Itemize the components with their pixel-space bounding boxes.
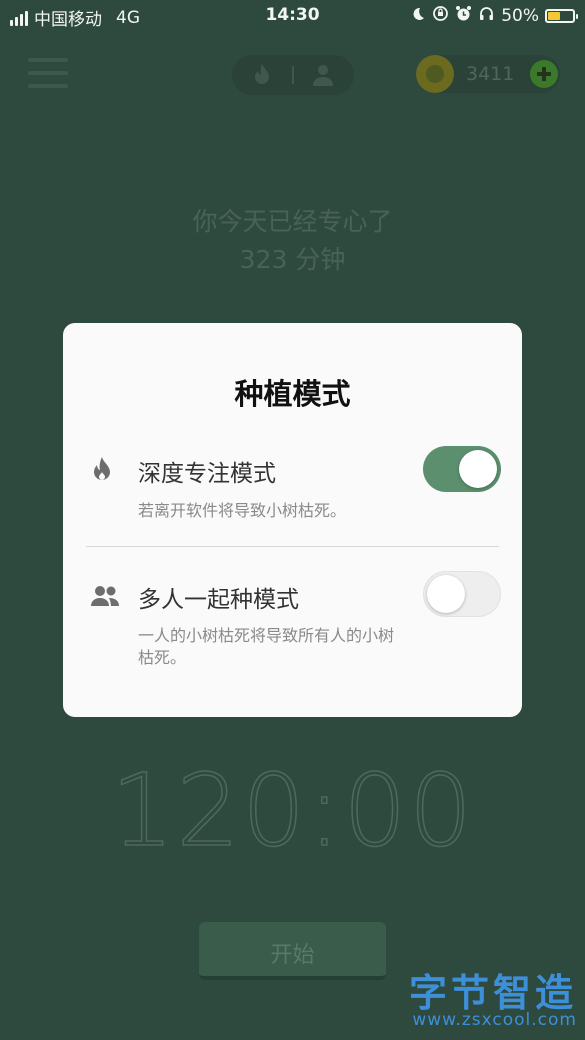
coin-icon [416, 55, 454, 93]
multiplayer-title: 多人一起种模式 [138, 587, 299, 613]
timer-display: 120:00 [110, 751, 475, 870]
watermark-title: 字节智造 [408, 971, 577, 1015]
toggle-knob [427, 575, 465, 613]
dialog-title: 种植模式 [234, 377, 351, 411]
watermark-url: www.zsxcool.com [412, 1010, 577, 1030]
start-button-label: 开始 [270, 943, 315, 968]
start-button[interactable]: 开始 [199, 922, 386, 980]
multiplayer-toggle[interactable] [423, 571, 501, 617]
flame-icon [90, 456, 114, 488]
moon-icon [410, 6, 426, 27]
battery-percent: 50% [501, 6, 539, 26]
multiplayer-description: 一人的小树枯死将导致所有人的小树枯死。 [138, 626, 395, 667]
menu-icon[interactable] [28, 58, 68, 90]
dialog-divider [86, 546, 499, 547]
coin-count: 3411 [466, 63, 515, 85]
rotation-lock-icon [432, 5, 449, 27]
focus-summary-text: 你今天已经专心了 [192, 207, 393, 236]
planting-mode-dialog: 种植模式 深度专注模式 若离开软件将导致小树枯死。 多人一起种模式 一人的小树枯… [63, 323, 522, 717]
add-coins-icon[interactable] [530, 60, 558, 88]
people-icon [90, 584, 120, 612]
status-right: 50% [410, 5, 578, 27]
deep-focus-description: 若离开软件将导致小树枯死。 [138, 501, 347, 520]
toggle-knob [459, 450, 497, 488]
mode-divider [292, 66, 294, 84]
alarm-icon [455, 5, 472, 27]
battery-icon [545, 9, 578, 23]
status-bar: 中国移动 4G 14:30 50% [0, 0, 585, 32]
deep-focus-toggle[interactable] [423, 446, 501, 492]
coin-balance[interactable]: 3411 [416, 55, 560, 93]
focus-minutes-text: 323 分钟 [239, 245, 346, 274]
multiplayer-person-icon[interactable] [312, 63, 334, 91]
deep-focus-title: 深度专注模式 [138, 461, 276, 487]
mode-switcher [232, 55, 354, 95]
solo-mode-flame-icon[interactable] [250, 62, 274, 92]
headphones-icon [478, 5, 495, 27]
